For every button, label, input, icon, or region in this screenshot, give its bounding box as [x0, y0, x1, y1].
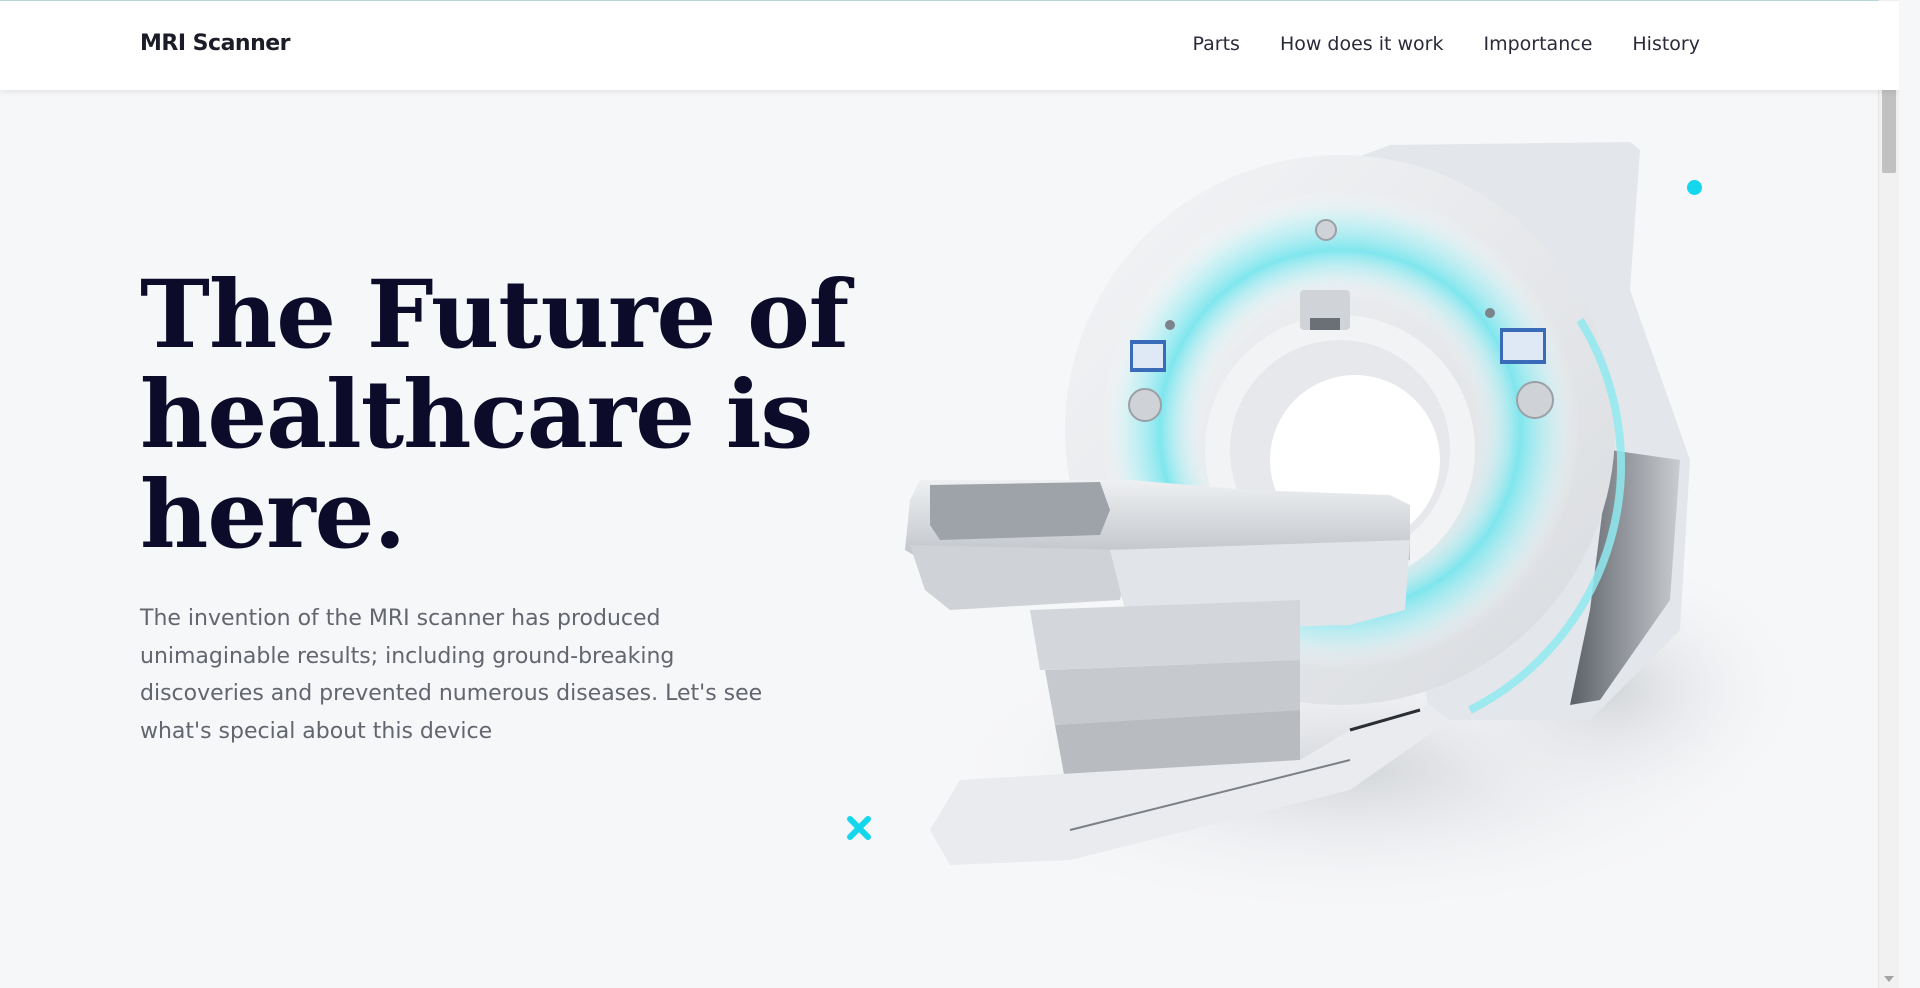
nav-link-history[interactable]: History	[1632, 33, 1700, 55]
vertical-scrollbar[interactable]	[1878, 0, 1899, 988]
mri-scanner-illustration	[905, 142, 1810, 920]
scroll-down-arrow-icon[interactable]	[1884, 976, 1894, 982]
brand-logo[interactable]: MRI Scanner	[140, 31, 291, 56]
hero-lead: The invention of the MRI scanner has pro…	[140, 606, 763, 744]
nav-link-importance[interactable]: Importance	[1484, 33, 1593, 55]
page: MRI Scanner Parts How does it work Impor…	[0, 0, 1899, 988]
hero-headline: The Future of healthcare is here.	[140, 260, 849, 570]
nav-link-parts[interactable]: Parts	[1193, 33, 1240, 55]
main-nav: Parts How does it work Importance Histor…	[1193, 33, 1700, 55]
navbar: MRI Scanner Parts How does it work Impor…	[0, 1, 1899, 90]
nav-link-how-it-works[interactable]: How does it work	[1280, 33, 1444, 55]
